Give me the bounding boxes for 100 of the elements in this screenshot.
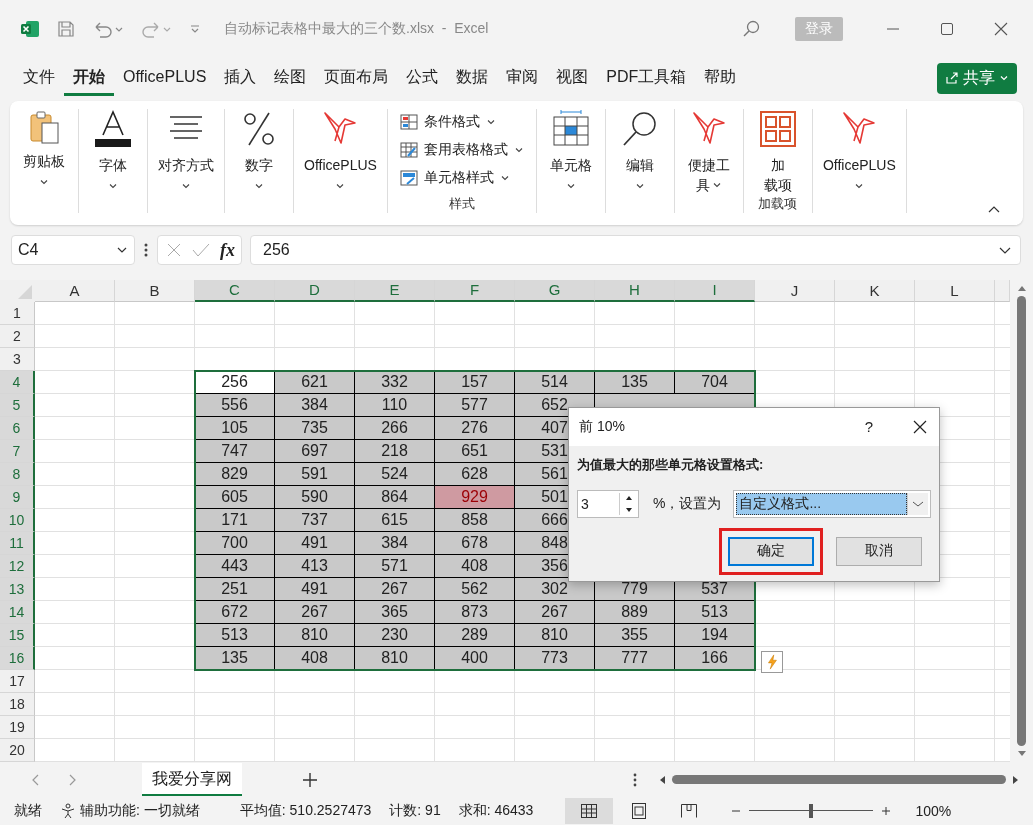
accessibility-icon[interactable] — [60, 803, 76, 820]
scroll-left-icon[interactable] — [658, 774, 666, 785]
more-options-icon[interactable] — [143, 242, 149, 259]
name-box[interactable]: C4 — [11, 235, 135, 266]
ribbon-button[interactable]: OfficePLUS — [300, 108, 381, 213]
ribbon-button[interactable]: 数字 — [231, 108, 287, 213]
row-header[interactable]: 6 — [0, 416, 35, 440]
menu-tab[interactable]: 绘图 — [265, 60, 316, 96]
row-header[interactable]: 19 — [0, 715, 35, 739]
row-header[interactable]: 3 — [0, 347, 35, 371]
row-header[interactable]: 13 — [0, 577, 35, 601]
column-header[interactable]: L — [915, 279, 995, 302]
format-dropdown[interactable]: 自定义格式... — [733, 489, 931, 518]
menu-tab[interactable]: 视图 — [547, 60, 598, 96]
ribbon-button[interactable]: 便捷工 具 — [680, 108, 737, 213]
ribbon-button[interactable]: 单元格样式 — [393, 166, 530, 189]
row-header[interactable]: 17 — [0, 669, 35, 693]
zoom-in-icon[interactable] — [881, 806, 892, 817]
count-value: 计数: 91 — [389, 802, 441, 821]
ribbon-button[interactable]: 剪贴板 — [16, 108, 72, 213]
menu-tab[interactable]: 审阅 — [497, 60, 548, 96]
table-cell: 591 — [275, 462, 355, 486]
number-spinner[interactable]: 3 — [577, 489, 639, 518]
row-header[interactable]: 1 — [0, 301, 35, 325]
menu-tab[interactable]: 数据 — [447, 60, 498, 96]
column-header[interactable]: E — [355, 279, 435, 302]
ribbon-button[interactable]: 加 载项 — [749, 108, 806, 195]
column-header[interactable]: A — [35, 279, 115, 302]
scroll-down-icon[interactable] — [1016, 749, 1027, 758]
row-header[interactable]: 15 — [0, 623, 35, 647]
column-header[interactable]: G — [515, 279, 595, 302]
row-header[interactable]: 2 — [0, 324, 35, 348]
window-title: 自动标记表格中最大的三个数.xlsx - Excel — [224, 20, 489, 39]
column-header[interactable]: D — [275, 279, 355, 302]
column-header[interactable]: C — [195, 279, 275, 302]
column-header[interactable]: K — [835, 279, 915, 302]
table-cell: 873 — [435, 600, 515, 624]
row-header[interactable]: 18 — [0, 692, 35, 716]
table-cell: 697 — [275, 439, 355, 463]
table-cell: 571 — [355, 554, 435, 578]
row-header[interactable]: 20 — [0, 738, 35, 762]
column-header[interactable]: H — [595, 279, 675, 302]
row-header[interactable]: 12 — [0, 554, 35, 578]
table-cell: 110 — [355, 393, 435, 417]
add-sheet-icon[interactable] — [302, 771, 318, 788]
insert-function-button[interactable]: fx — [220, 239, 235, 261]
menu-tab[interactable]: 页面布局 — [315, 60, 398, 96]
table-cell: 929 — [435, 485, 515, 509]
formula-field[interactable]: 256 — [250, 235, 1021, 266]
checkmark-icon[interactable] — [192, 242, 210, 259]
close-icon[interactable] — [913, 419, 927, 434]
menu-tab[interactable]: 开始 — [64, 60, 114, 96]
table-cell: 889 — [595, 600, 675, 624]
ribbon-button[interactable]: 对齐方式 — [154, 108, 218, 213]
zoom-level[interactable]: 100% — [915, 803, 952, 820]
row-header[interactable]: 10 — [0, 508, 35, 532]
zoom-slider[interactable] — [749, 804, 874, 819]
sheet-tab[interactable]: 我爱分享网 — [142, 763, 242, 797]
menu-tab[interactable]: PDF工具箱 — [597, 60, 696, 96]
help-button[interactable]: ? — [864, 418, 873, 436]
accessibility-status[interactable]: 辅助功能: 一切就绪 — [80, 802, 200, 821]
ribbon-button[interactable]: OfficePLUS — [818, 108, 900, 213]
column-header[interactable]: J — [755, 279, 835, 302]
row-header[interactable]: 7 — [0, 439, 35, 463]
table-cell: 289 — [435, 623, 515, 647]
menu-tab[interactable]: 文件 — [14, 60, 64, 96]
menu-tab[interactable]: OfficePLUS — [114, 62, 216, 95]
table-cell: 267 — [515, 600, 595, 624]
row-header[interactable]: 8 — [0, 462, 35, 486]
ribbon-button[interactable]: 套用表格格式 — [393, 138, 530, 161]
column-header[interactable]: I — [675, 279, 755, 302]
ribbon-button[interactable]: 字体 — [85, 108, 141, 213]
table-cell: 413 — [275, 554, 355, 578]
group-label: 加载项 — [758, 194, 798, 213]
menu-tab[interactable]: 帮助 — [695, 60, 746, 96]
add-in-grid-icon — [757, 108, 798, 149]
share-button[interactable]: 共享 — [937, 62, 1017, 94]
row-header[interactable]: 4 — [0, 370, 35, 394]
zoom-slider-thumb[interactable] — [809, 804, 814, 819]
quick-analysis-button[interactable] — [761, 650, 783, 673]
menu-tab[interactable]: 插入 — [215, 60, 266, 96]
column-header[interactable]: F — [435, 279, 515, 302]
row-header[interactable]: 14 — [0, 600, 35, 624]
menu-tab[interactable]: 公式 — [397, 60, 448, 96]
row-header[interactable]: 5 — [0, 393, 35, 417]
row-header[interactable]: 11 — [0, 531, 35, 555]
ribbon-button[interactable]: 单元格 — [542, 108, 599, 213]
column-header[interactable]: B — [115, 279, 195, 302]
normal-view-button[interactable] — [565, 798, 614, 825]
row-header[interactable]: 9 — [0, 485, 35, 509]
close-icon[interactable] — [993, 21, 1009, 38]
ribbon-button[interactable]: 条件格式 — [393, 110, 530, 133]
more-options-icon[interactable] — [632, 771, 638, 788]
row-header[interactable]: 16 — [0, 646, 35, 670]
table-format-icon — [399, 140, 418, 159]
scroll-right-icon[interactable] — [1012, 774, 1020, 785]
dialog-button[interactable]: 取消 — [836, 536, 922, 566]
maximize-icon[interactable] — [939, 21, 955, 38]
ribbon-button[interactable]: 编辑 — [611, 108, 668, 213]
dialog-button[interactable]: 确定 — [728, 536, 814, 566]
